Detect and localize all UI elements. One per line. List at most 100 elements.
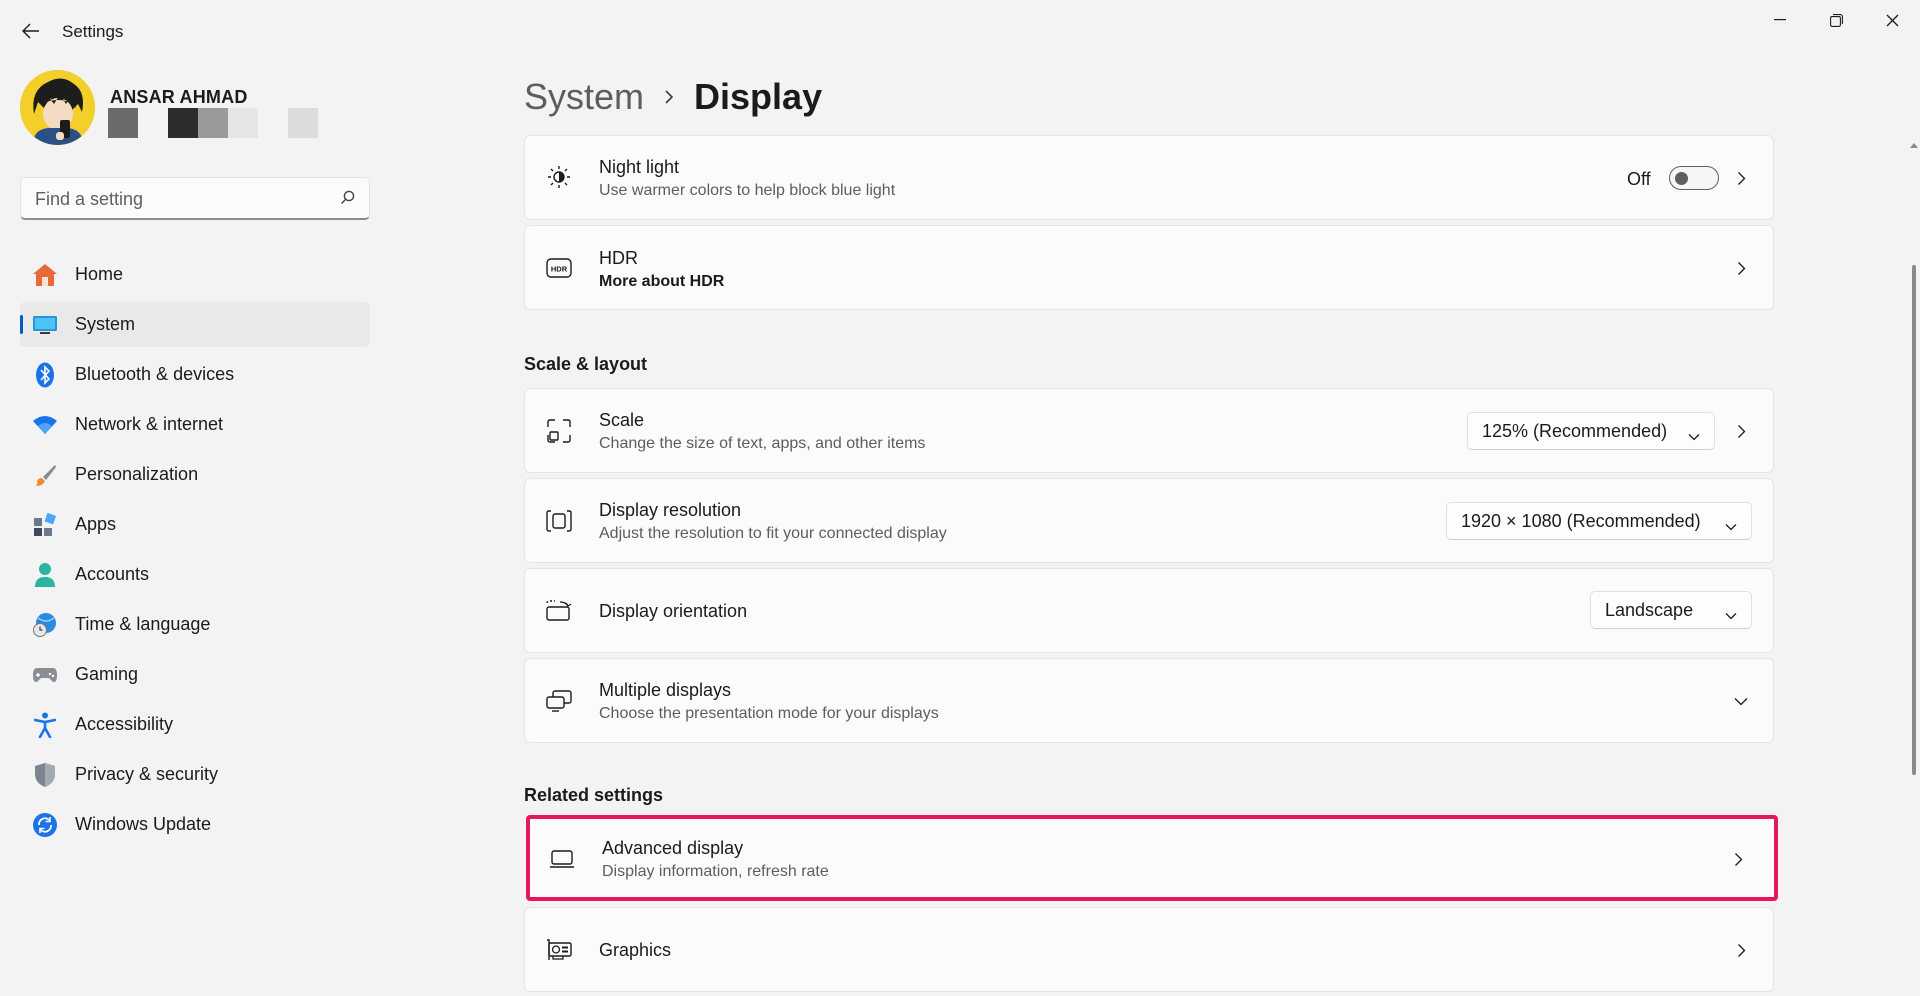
chevron-down-icon: [1725, 604, 1737, 625]
shield-icon: [32, 762, 58, 788]
dropdown-value: 125% (Recommended): [1482, 420, 1668, 441]
redaction-block: [288, 108, 318, 138]
sidebar-item-network[interactable]: Network & internet: [20, 402, 370, 447]
toggle-knob: [1675, 171, 1688, 185]
hdr-learn-more-link[interactable]: More about HDR: [599, 273, 724, 291]
minimize-icon: [1774, 19, 1786, 21]
redaction-block: [108, 108, 138, 138]
hdr-card[interactable]: HDR HDR More about HDR: [524, 225, 1774, 310]
restore-button[interactable]: [1808, 2, 1864, 38]
orientation-dropdown[interactable]: Landscape: [1590, 591, 1752, 629]
resolution-dropdown[interactable]: 1920 × 1080 (Recommended): [1446, 502, 1752, 540]
redaction-block: [228, 108, 258, 138]
back-button[interactable]: [14, 14, 48, 48]
sidebar-nav: Home System Bluetooth & devices Network …: [20, 252, 370, 852]
chevron-down-icon: [1725, 515, 1737, 536]
search-box[interactable]: [20, 177, 370, 220]
dropdown-value: Landscape: [1605, 599, 1694, 620]
accessibility-icon: [32, 712, 58, 738]
search-input[interactable]: [33, 184, 323, 214]
sidebar-item-gaming[interactable]: Gaming: [20, 652, 370, 697]
display-resolution-card[interactable]: Display resolution Adjust the resolution…: [524, 478, 1774, 563]
redaction-block: [168, 108, 198, 138]
scrollbar-thumb[interactable]: [1912, 265, 1916, 775]
chevron-right-icon: [664, 89, 674, 105]
title-bar: Settings: [0, 0, 1920, 62]
sidebar-item-label: Windows Update: [75, 814, 212, 834]
sidebar-item-label: System: [75, 314, 136, 334]
gamepad-icon: [32, 662, 58, 688]
brush-icon: [32, 462, 58, 488]
sidebar-item-label: Accounts: [75, 564, 150, 584]
minimize-button[interactable]: [1752, 2, 1808, 38]
sidebar-item-home[interactable]: Home: [20, 252, 370, 297]
hdr-icon: HDR: [545, 254, 573, 282]
apps-icon: [32, 512, 58, 538]
profile-name: ANSAR AHMAD: [110, 87, 248, 107]
chevron-down-icon: [1688, 425, 1700, 446]
scale-dropdown[interactable]: 125% (Recommended): [1467, 412, 1715, 450]
section-header-scale-layout: Scale & layout: [524, 354, 648, 374]
setting-description: Adjust the resolution to fit your connec…: [599, 525, 947, 542]
night-light-card[interactable]: Night light Use warmer colors to help bl…: [524, 135, 1774, 220]
dropdown-value: 1920 × 1080 (Recommended): [1461, 510, 1701, 531]
advanced-display-card[interactable]: Advanced display Display information, re…: [526, 815, 1778, 901]
redaction-block: [138, 108, 168, 138]
setting-title: Graphics: [599, 940, 672, 960]
scroll-up-arrow-icon[interactable]: [1910, 135, 1918, 153]
back-arrow-icon: [22, 23, 39, 39]
bluetooth-icon: [32, 362, 58, 388]
graphics-card[interactable]: Graphics: [524, 907, 1774, 992]
sidebar-item-windows-update[interactable]: Windows Update: [20, 802, 370, 847]
chevron-down-icon[interactable]: [1733, 693, 1749, 709]
chevron-right-icon: [1733, 942, 1749, 958]
breadcrumb: System Display: [524, 72, 822, 122]
sidebar-item-time-language[interactable]: Time & language: [20, 602, 370, 647]
sidebar-item-apps[interactable]: Apps: [20, 502, 370, 547]
avatar[interactable]: [20, 70, 95, 145]
chevron-right-icon: [1733, 423, 1749, 439]
display-orientation-card[interactable]: Display orientation Landscape: [524, 568, 1774, 653]
sidebar-item-personalization[interactable]: Personalization: [20, 452, 370, 497]
redaction-block: [258, 108, 288, 138]
sidebar-item-label: Time & language: [75, 614, 211, 634]
sidebar-item-label: Home: [75, 264, 124, 284]
setting-title: Multiple displays: [599, 680, 732, 700]
sidebar-item-accessibility[interactable]: Accessibility: [20, 702, 370, 747]
setting-title: Scale: [599, 410, 645, 430]
night-light-toggle[interactable]: [1669, 166, 1719, 190]
scale-card[interactable]: Scale Change the size of text, apps, and…: [524, 388, 1774, 473]
night-light-icon: [545, 163, 573, 191]
sidebar-item-label: Apps: [75, 514, 117, 534]
avatar-illustration-icon: [20, 70, 95, 145]
globe-clock-icon: [32, 612, 58, 638]
setting-title: Advanced display: [602, 838, 744, 858]
profile-email-redacted: [108, 108, 318, 138]
section-header-related-settings: Related settings: [524, 785, 664, 805]
breadcrumb-parent[interactable]: System: [524, 76, 644, 118]
sidebar-item-label: Personalization: [75, 464, 199, 484]
sidebar-item-privacy-security[interactable]: Privacy & security: [20, 752, 370, 797]
setting-description: Choose the presentation mode for your di…: [599, 705, 939, 722]
setting-title: Display resolution: [599, 500, 742, 520]
chevron-right-icon: [1733, 170, 1749, 186]
scale-icon: [545, 417, 573, 445]
sidebar-item-bluetooth[interactable]: Bluetooth & devices: [20, 352, 370, 397]
sidebar-item-accounts[interactable]: Accounts: [20, 552, 370, 597]
restore-icon: [1829, 13, 1843, 27]
close-button[interactable]: [1864, 2, 1920, 38]
search-icon[interactable]: [340, 190, 355, 210]
main-scrollbar[interactable]: [1910, 135, 1918, 996]
toggle-state-label: Off: [1627, 169, 1651, 189]
chevron-right-icon: [1733, 260, 1749, 276]
setting-title: Night light: [599, 157, 680, 177]
setting-description: Use warmer colors to help block blue lig…: [599, 182, 896, 199]
multiple-displays-card[interactable]: Multiple displays Choose the presentatio…: [524, 658, 1774, 743]
setting-description: Change the size of text, apps, and other…: [599, 435, 926, 452]
home-icon: [32, 262, 58, 288]
sidebar-item-label: Bluetooth & devices: [75, 364, 235, 384]
redaction-block: [198, 108, 228, 138]
sidebar-item-system[interactable]: System: [20, 302, 370, 347]
multiple-displays-icon: [545, 687, 573, 715]
graphics-card-icon: [545, 936, 573, 964]
